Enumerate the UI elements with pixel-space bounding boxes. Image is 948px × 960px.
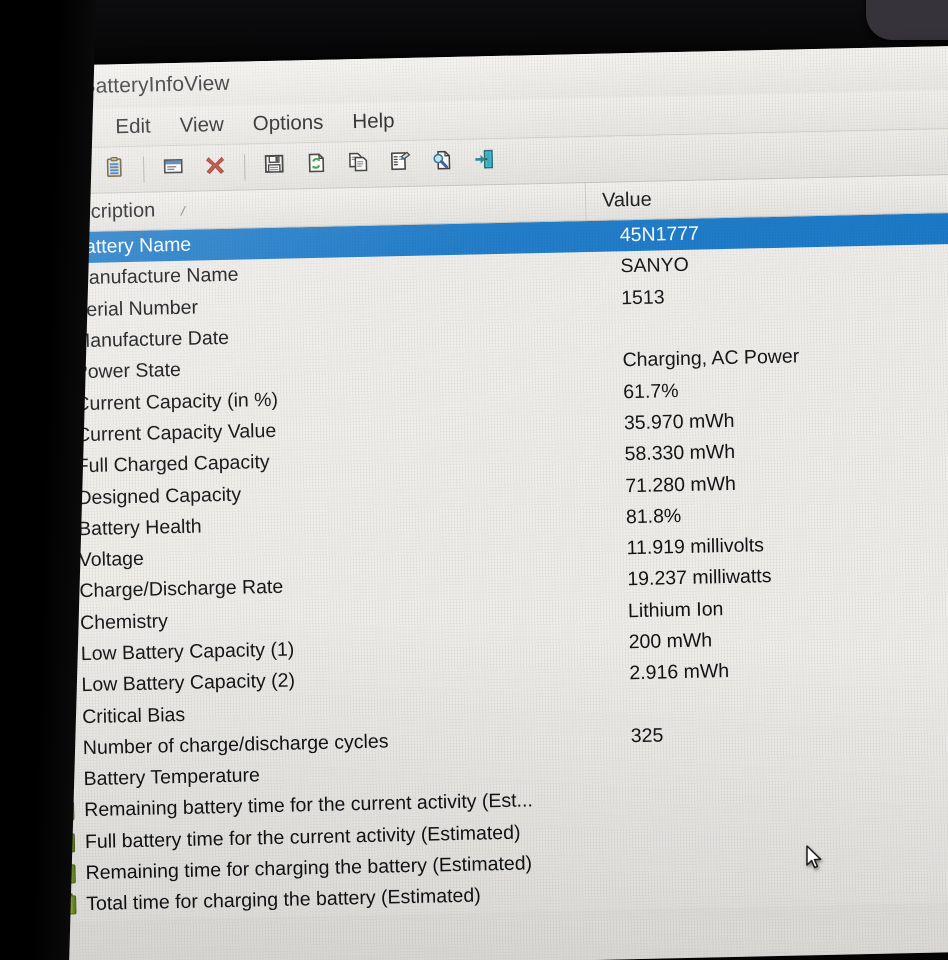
row-description: Total time for charging the battery (Est… — [86, 884, 481, 916]
laptop-bezel-corner — [866, 0, 948, 40]
menu-item-options[interactable]: Options — [253, 111, 324, 137]
row-value — [597, 698, 948, 706]
properties-pencil-icon — [389, 150, 412, 177]
row-value: 61.7% — [623, 379, 679, 403]
exit-door-icon — [473, 148, 496, 175]
refresh-button[interactable] — [298, 148, 335, 183]
find-button[interactable] — [424, 145, 461, 180]
sort-indicator-icon: / — [179, 202, 187, 219]
row-value — [599, 792, 948, 800]
menu-item-edit[interactable]: Edit — [115, 115, 151, 140]
row-value: Lithium Ion — [627, 597, 724, 622]
row-value: 81.8% — [625, 504, 682, 529]
menu-item-help[interactable]: Help — [352, 109, 395, 134]
column-header-value-label: Value — [601, 188, 652, 212]
row-value — [601, 854, 948, 862]
exit-button[interactable] — [466, 144, 503, 179]
copy-button[interactable] — [340, 147, 377, 182]
properties-button[interactable] — [382, 146, 419, 181]
save-floppy-icon — [263, 153, 286, 180]
window-item-icon — [162, 155, 185, 182]
find-magnifier-icon — [431, 149, 454, 176]
row-value: 1513 — [620, 286, 665, 310]
row-value: SANYO — [620, 254, 690, 278]
row-value — [601, 886, 948, 894]
save-button[interactable] — [256, 149, 293, 184]
battery-info-list: Battery Name 45N1777 Manufacture Name SANYO… — [39, 212, 948, 922]
row-value: 45N1777 — [619, 222, 700, 247]
toolbar-separator — [243, 153, 246, 180]
row-value: 71.280 mWh — [625, 472, 737, 497]
row-value: 58.330 mWh — [624, 441, 736, 466]
row-value: Charging, AC Power — [622, 345, 800, 372]
window-item-button[interactable] — [155, 151, 192, 186]
row-value: 35.970 mWh — [623, 409, 735, 435]
row-value: 200 mWh — [628, 629, 713, 654]
row-value — [589, 322, 948, 330]
clipboard-report-button[interactable] — [96, 152, 133, 187]
refresh-document-icon — [305, 152, 328, 179]
batteryinfoview-window: BatteryInfoView File Edit View Options H… — [36, 45, 948, 960]
row-value — [600, 823, 948, 831]
delete-button[interactable] — [197, 150, 234, 185]
photographed-screen: BatteryInfoView File Edit View Options H… — [0, 0, 948, 960]
row-value — [598, 760, 948, 768]
row-value: 325 — [630, 724, 664, 748]
window-title: BatteryInfoView — [81, 71, 230, 99]
toolbar-separator — [142, 156, 145, 183]
delete-red-x-icon — [204, 154, 227, 181]
row-value: 11.919 millivolts — [626, 534, 765, 560]
row-value: 19.237 milliwatts — [627, 565, 772, 591]
menu-item-view[interactable]: View — [179, 113, 224, 138]
clipboard-report-icon — [103, 156, 126, 183]
copy-documents-icon — [347, 151, 370, 178]
row-value: 2.916 mWh — [629, 660, 730, 685]
